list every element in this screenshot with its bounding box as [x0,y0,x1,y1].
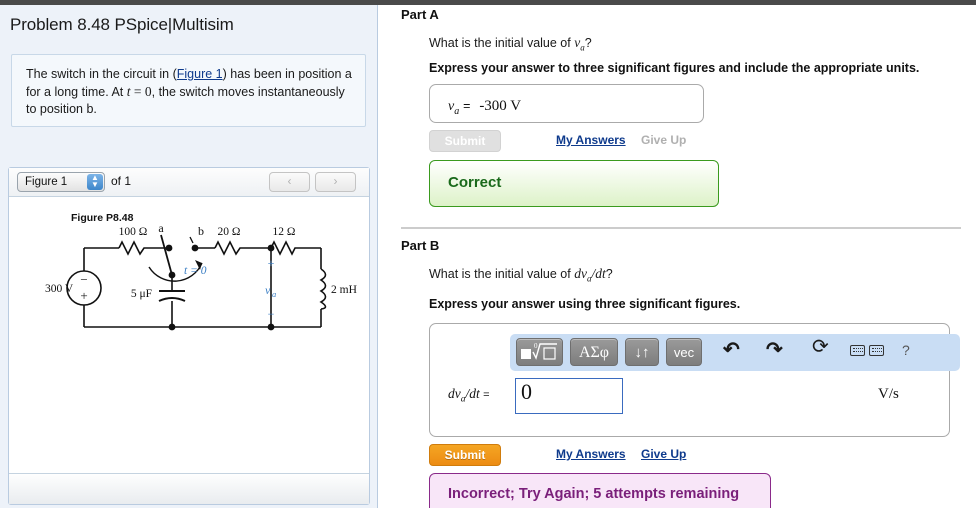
svg-text:Figure P8.48: Figure P8.48 [71,212,134,224]
figure-count-label: of 1 [111,174,132,188]
figure-canvas: Figure P8.48 − + 100 Ω 20 Ω 12 Ω a b 300… [9,197,369,473]
svg-text:5 μF: 5 μF [131,288,152,300]
part-b-feedback-incorrect: Incorrect; Try Again; 5 attempts remaini… [429,473,771,508]
redo-icon[interactable]: ↷ [766,340,783,360]
part-b-give-up-link[interactable]: Give Up [641,447,686,461]
svg-text:a: a [158,221,164,235]
svg-text:t = 0: t = 0 [184,265,207,277]
figure-1-link[interactable]: Figure 1 [177,67,223,81]
statement-part-1: The switch in the circuit in ( [26,67,177,81]
part-b-question-expr: dv [574,266,587,281]
part-a-answer-value: -300 V [479,98,522,114]
part-b-input-label: dva/dt = [448,386,490,405]
svg-text:20 Ω: 20 Ω [218,226,241,238]
svg-text:v: v [265,283,271,297]
svg-text:300 V: 300 V [45,283,74,295]
svg-text:100 Ω: 100 Ω [119,226,148,238]
part-b-my-answers-link[interactable]: My Answers [556,447,626,461]
part-a-question: What is the initial value of va? [429,35,592,53]
part-a-submit-button[interactable]: Submit [429,130,501,152]
figure-prev-button[interactable]: ‹ [269,172,310,192]
svg-text:+: + [268,256,275,270]
figure-toolbar: Figure 1 ▲ ▼ of 1 ‹ › [9,168,369,197]
part-a-my-answers-link[interactable]: My Answers [556,133,626,147]
part-a-answer-box[interactable]: va = -300 V [429,84,704,123]
page-root: Problem 8.48 PSpice|Multisim The switch … [0,0,976,508]
arrows-button[interactable]: ↓↑ [625,338,659,366]
part-b-label-expr2: /dt [465,386,480,401]
svg-text:0: 0 [534,342,538,350]
vector-button[interactable]: vec [666,338,702,366]
svg-text:b: b [198,224,204,238]
part-b-heading: Part B [401,238,440,253]
undo-icon[interactable]: ↶ [723,340,740,360]
part-b-answer-input[interactable]: 0 [515,378,623,414]
part-b-unit-label: V/s [878,386,899,402]
svg-text:a: a [272,289,276,299]
part-a-feedback-text: Correct [448,174,502,191]
keyboard-icon[interactable] [850,345,865,356]
figure-footer-bar [9,473,369,504]
svg-text:12 Ω: 12 Ω [273,226,296,238]
part-b-instruction: Express your answer using three signific… [429,297,741,311]
svg-text:+: + [80,288,87,303]
svg-text:2 mH: 2 mH [331,284,357,296]
figure-next-button[interactable]: › [315,172,356,192]
part-b-answer-box[interactable]: 0 ΑΣφ ↓↑ vec ↶ ↷ ⟳ ? dva/dt = 0 V/s [429,323,960,437]
greek-letters-button[interactable]: ΑΣφ [570,338,618,366]
part-divider [401,227,961,229]
keyboard-alt-icon[interactable] [869,345,884,356]
svg-text:−: − [80,272,87,287]
right-answer-panel: Part A What is the initial value of va? … [379,5,976,508]
problem-statement-box: The switch in the circuit in (Figure 1) … [11,54,366,127]
math-editor-toolbar: 0 ΑΣφ ↓↑ vec ↶ ↷ ⟳ ? [510,334,960,371]
template-root-icon: 0 [521,342,557,360]
part-b-question-post: ? [605,267,613,281]
part-b-submit-button[interactable]: Submit [429,444,501,466]
figure-select[interactable]: Figure 1 ▲ ▼ [17,172,105,192]
problem-statement-text: The switch in the circuit in (Figure 1) … [26,66,356,118]
figure-viewer-panel: Figure 1 ▲ ▼ of 1 ‹ › Figure P8.48 − + 1… [8,167,370,505]
template-root-button[interactable]: 0 [516,338,563,366]
part-a-question-post: ? [584,36,592,50]
chevron-updown-icon: ▲ ▼ [87,174,103,190]
page-title: Problem 8.48 PSpice|Multisim [10,15,234,34]
part-b-question-expr2: /dt [591,266,606,281]
part-b-label-expr: dv [448,386,461,401]
math-equals: = [130,84,145,99]
part-a-answer-equals: = [463,99,471,113]
part-a-feedback-correct: Correct [429,160,719,207]
circuit-diagram: Figure P8.48 − + 100 Ω 20 Ω 12 Ω a b 300… [45,212,357,331]
reset-icon[interactable]: ⟳ [812,337,829,357]
figure-select-value: Figure 1 [25,176,68,188]
part-a-instruction: Express your answer to three significant… [429,61,920,75]
math-zero: 0 [144,84,152,99]
part-a-heading: Part A [401,7,439,22]
part-a-give-up-link: Give Up [641,133,687,147]
part-b-label-equals: = [483,389,490,401]
help-icon[interactable]: ? [902,341,910,359]
part-b-feedback-text: Incorrect; Try Again; 5 attempts remaini… [448,486,740,502]
part-b-question: What is the initial value of dva/dt? [429,266,613,284]
part-b-input-value: 0 [521,379,532,404]
part-a-answer-sub: a [454,105,460,117]
part-a-answer-content: va = -300 V [448,97,521,117]
left-problem-panel: Problem 8.48 PSpice|Multisim The switch … [0,5,378,508]
svg-text:−: − [268,307,275,321]
part-a-question-pre: What is the initial value of [429,36,575,50]
part-b-question-pre: What is the initial value of [429,267,575,281]
